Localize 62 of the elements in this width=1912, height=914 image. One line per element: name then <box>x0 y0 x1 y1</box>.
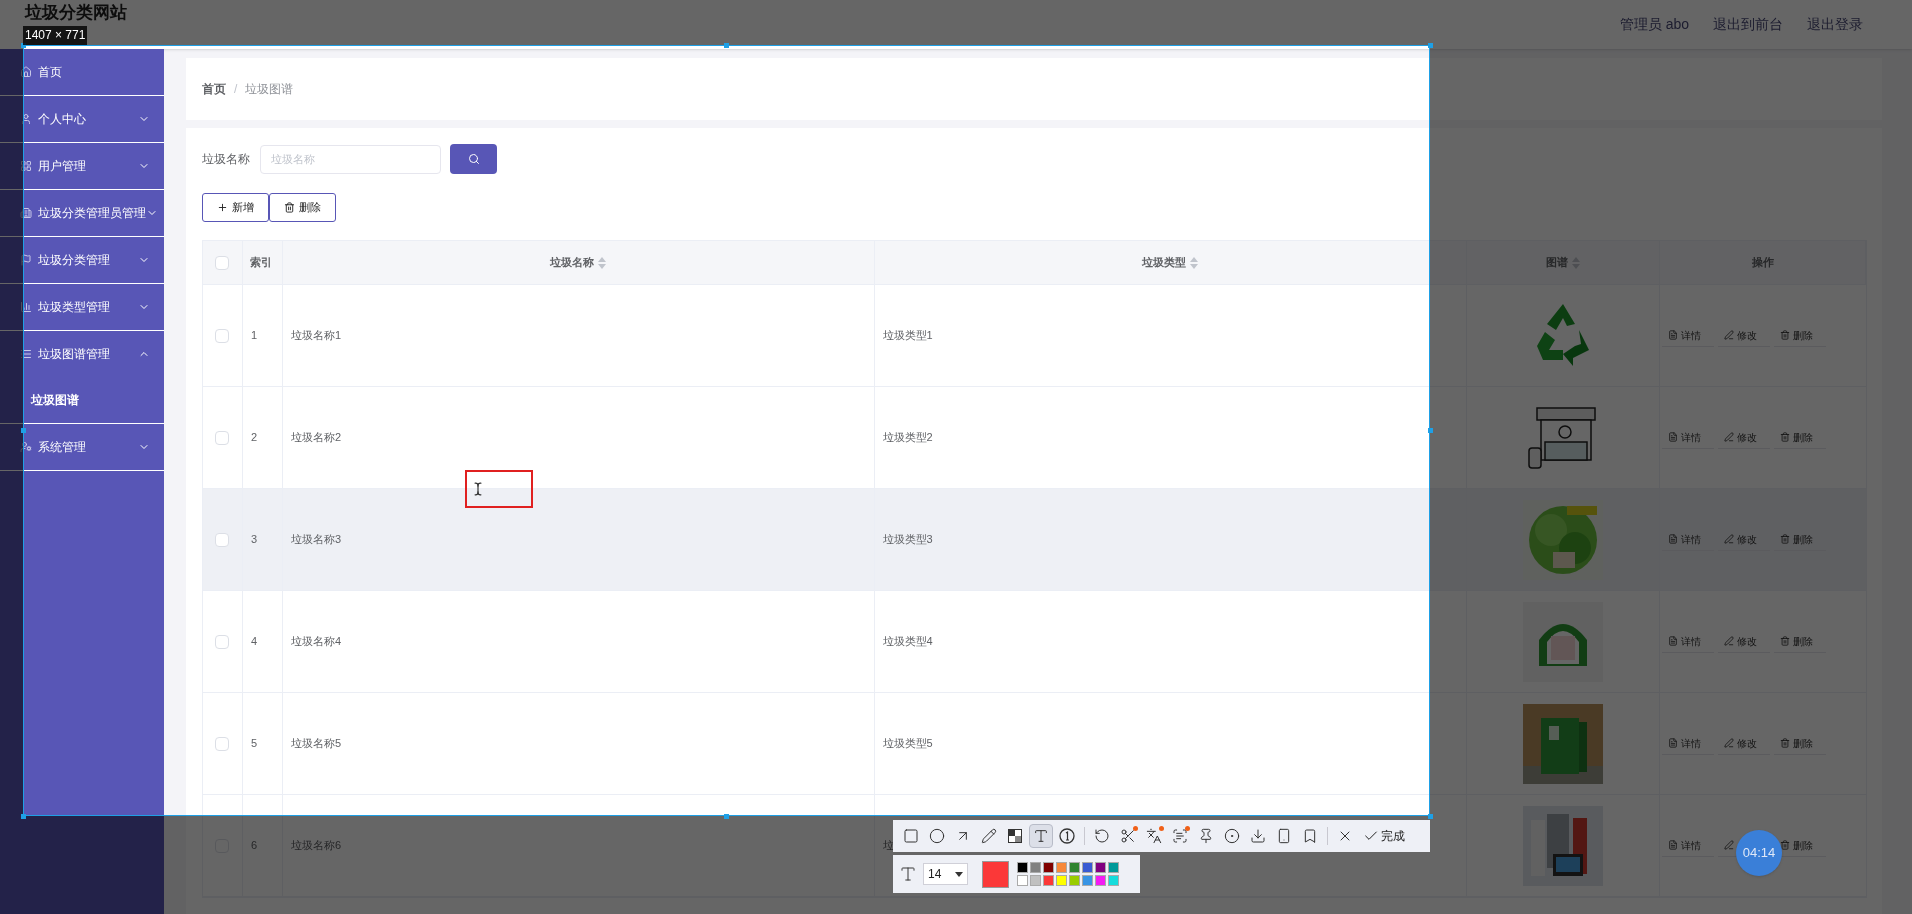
done-button[interactable]: 完成 <box>1361 824 1407 848</box>
column-header[interactable]: 垃圾类型 <box>874 241 1468 284</box>
header-link[interactable]: 退出到前台 <box>1713 14 1783 35</box>
edit-button[interactable]: 修改 <box>1718 426 1771 449</box>
column-header: 操作 <box>1660 241 1866 284</box>
delete-button[interactable]: 删除 <box>1774 630 1827 653</box>
table-cell-text: 4 <box>250 634 258 650</box>
delete-button[interactable]: 删除 <box>1774 732 1827 755</box>
details-button[interactable]: 详情 <box>1662 426 1715 449</box>
sidebar-item[interactable]: 垃圾分类管理 <box>0 237 164 283</box>
table-cell-text: 垃圾名称6 <box>290 838 342 854</box>
edit-button[interactable]: 修改 <box>1718 324 1771 347</box>
edit-button[interactable]: 修改 <box>1718 528 1771 551</box>
details-button[interactable]: 详情 <box>1662 324 1715 347</box>
details-button[interactable]: 详情 <box>1662 630 1715 653</box>
table-cell-text: 垃圾名称5 <box>290 736 342 752</box>
search-label: 垃圾名称 <box>202 151 250 168</box>
table-cell-text: 1 <box>250 328 258 344</box>
details-button[interactable]: 详情 <box>1662 528 1715 551</box>
delete-button[interactable]: 删除 <box>269 193 336 222</box>
size-label: 1407 × 771 <box>23 26 88 45</box>
table-cell-text: 垃圾名称3 <box>290 532 342 548</box>
table-cell-text: 垃圾名称2 <box>290 430 342 446</box>
breadcrumb-link[interactable]: 垃圾图谱 <box>245 80 294 98</box>
sidebar-item[interactable]: 系统管理 <box>0 424 164 470</box>
table-cell-text: 垃圾类型5 <box>882 736 933 752</box>
search-field[interactable]: 垃圾名称 <box>260 144 441 174</box>
font-size-select[interactable]: 14 <box>923 863 968 885</box>
user-name: 管理员 abo <box>1619 15 1689 34</box>
table-cell-text: 垃圾类型3 <box>882 532 933 548</box>
sidebar-item[interactable]: 用户管理 <box>0 143 164 189</box>
column-header[interactable]: 垃圾名称 <box>282 241 875 284</box>
table-cell-text: 6 <box>250 838 258 854</box>
edit-button[interactable]: 修改 <box>1718 732 1771 755</box>
breadcrumb-separator: / <box>234 81 238 98</box>
column-header[interactable]: 图谱 <box>1467 241 1661 284</box>
column-header: 索引 <box>242 241 283 284</box>
sidebar-item[interactable]: 垃圾类型管理 <box>0 284 164 330</box>
table-cell-text: 2 <box>250 430 258 446</box>
sidebar-item[interactable]: 垃圾分类管理员管理 <box>0 190 164 236</box>
sidebar-subitem[interactable]: 垃圾图谱 <box>0 377 164 423</box>
table-cell-text: 垃圾名称4 <box>290 634 342 650</box>
sidebar-item[interactable]: 垃圾图谱管理 <box>0 331 164 377</box>
table-cell-text: 垃圾名称1 <box>290 328 342 344</box>
details-button[interactable]: 详情 <box>1662 834 1715 857</box>
edit-button[interactable]: 修改 <box>1718 630 1771 653</box>
header-link[interactable]: 退出登录 <box>1807 14 1863 35</box>
breadcrumb-link[interactable]: 首页 <box>202 80 226 98</box>
table-cell-text: 5 <box>250 736 258 752</box>
table-cell-text: 垃 <box>882 838 894 854</box>
sidebar-item[interactable]: 首页 <box>0 49 164 95</box>
details-button[interactable]: 详情 <box>1662 732 1715 755</box>
table-cell-text: 3 <box>250 532 258 548</box>
sidebar-item[interactable]: 个人中心 <box>0 96 164 142</box>
delete-button[interactable]: 删除 <box>1774 426 1827 449</box>
add-button[interactable]: 新增 <box>202 193 269 222</box>
site-title: 垃圾分类网站 <box>25 2 127 24</box>
delete-button[interactable]: 删除 <box>1774 528 1827 551</box>
table-cell-text: 垃圾类型2 <box>882 430 933 446</box>
table-cell-text: 垃圾类型4 <box>882 634 933 650</box>
table-cell-text: 垃圾类型1 <box>882 328 933 344</box>
delete-button[interactable]: 删除 <box>1774 324 1827 347</box>
